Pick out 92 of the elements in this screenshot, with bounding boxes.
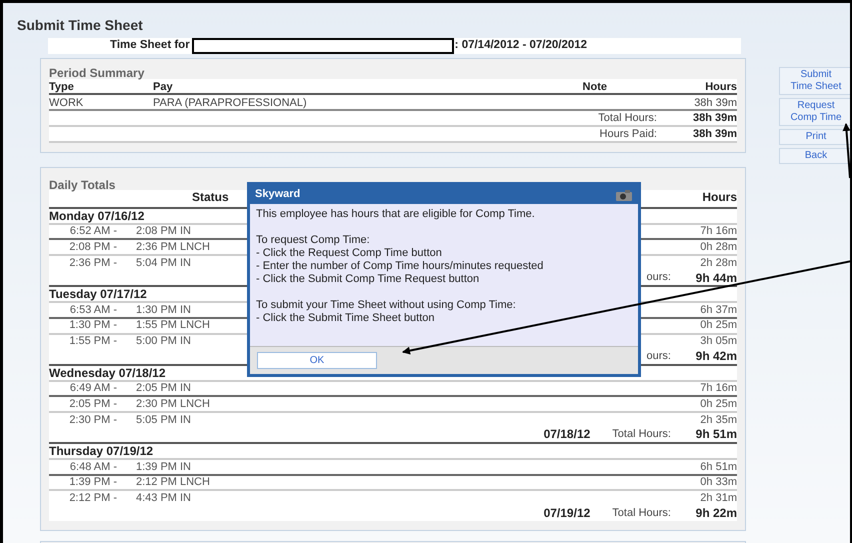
hours-value: 6h 51m (700, 460, 737, 475)
total-label: Total Hours: (612, 506, 671, 521)
status-code: IN (180, 334, 191, 350)
ok-button[interactable]: OK (257, 352, 377, 369)
time-start: 6:53 AM - (68, 302, 117, 318)
table-cell-text: WORK (49, 96, 84, 111)
panel-title: Daily Totals (49, 177, 116, 190)
total-value: 9h 44m (694, 270, 737, 287)
time-start: 2:05 PM - (68, 396, 117, 412)
action-button[interactable]: Request Comp Time (779, 98, 850, 126)
time-end: 2:08 PM (136, 224, 177, 240)
hours-value: 6h 37m (700, 302, 737, 318)
time-end: 2:36 PM (136, 240, 177, 255)
hours-value: 2h 35m (700, 412, 737, 428)
time-start: 2:08 PM - (68, 240, 117, 255)
total-value: 9h 42m (694, 348, 737, 366)
hours-value: 7h 16m (700, 381, 737, 396)
action-button[interactable]: Print (779, 129, 850, 145)
hours-value: 2h 31m (700, 490, 737, 506)
hours-value: 0h 33m (700, 475, 737, 490)
status-code: IN (180, 412, 191, 428)
time-end: 1:39 PM (136, 460, 177, 475)
time-start: 6:48 AM - (68, 460, 117, 475)
dialog-text: To submit your Time Sheet without using Comp Time: (256, 299, 517, 312)
camera-icon[interactable] (615, 188, 633, 200)
time-end: 5:05 PM (136, 412, 177, 428)
hours-value: 7h 16m (700, 224, 737, 240)
total-value: 9h 22m (694, 504, 737, 522)
total-value: 38h 39m (692, 110, 737, 126)
name-field[interactable] (192, 38, 454, 54)
total-value: 38h 39m (692, 126, 737, 142)
action-button[interactable]: Back (779, 148, 850, 164)
total-date: 07/18/12 (544, 426, 590, 444)
status-code: IN (180, 460, 191, 475)
column-header: Pay (153, 80, 174, 95)
total-date: 07/19/12 (544, 504, 590, 522)
dialog-title: Skyward (255, 187, 300, 202)
status-code: LNCH (180, 475, 210, 490)
time-end: 1:30 PM (136, 302, 177, 318)
hours-value: 0h 25m (700, 396, 737, 412)
time-start: 6:49 AM - (68, 381, 117, 396)
status-code: IN (180, 490, 191, 506)
time-start: 2:12 PM - (68, 490, 117, 506)
total-label: ours: (646, 270, 671, 286)
dialog-text: - Click the Submit Time Sheet button (256, 312, 436, 325)
column-header: Type (49, 80, 75, 95)
table-cell-text: PARA (PARAPROFESSIONAL) (153, 96, 308, 111)
total-label: Hours Paid: (600, 126, 657, 142)
dialog-text: - Click the Request Comp Time button (256, 247, 443, 260)
column-header: Hours (702, 189, 737, 206)
dialog-text: - Click the Submit Comp Time Request button (256, 273, 480, 286)
column-header: Note (582, 80, 607, 95)
column-header: Hours (704, 80, 737, 95)
hours-value: 0h 28m (700, 240, 737, 255)
pay-period: : 07/14/2012 - 07/20/2012 (454, 38, 588, 54)
panel-title: Period Summary (49, 65, 146, 79)
time-start: 1:39 PM - (68, 475, 117, 490)
time-end: 5:00 PM (136, 334, 177, 350)
time-end: 2:30 PM (136, 396, 177, 412)
status-code: LNCH (180, 318, 210, 334)
time-start: 6:52 AM - (68, 224, 117, 240)
status-code: IN (180, 381, 191, 396)
hours-value: 3h 05m (700, 334, 737, 350)
hours-value: 2h 28m (700, 256, 737, 271)
total-label: Total Hours: (612, 427, 671, 442)
time-end: 2:12 PM (136, 475, 177, 490)
hours-value: 0h 25m (700, 318, 737, 334)
status-code: IN (180, 224, 191, 240)
time-start: 1:55 PM - (68, 334, 117, 350)
total-label: Total Hours: (598, 110, 657, 126)
status-code: LNCH (180, 396, 210, 412)
dialog-text: - Enter the number of Comp Time hours/minutes requested (256, 260, 544, 273)
status-code: IN (180, 302, 191, 318)
dialog-text: This employee has hours that are eligible for Comp Time. (256, 208, 536, 221)
dialog-text: To request Comp Time: (256, 234, 371, 247)
time-sheet-for-label: Time Sheet for (110, 38, 190, 54)
time-start: 2:36 PM - (68, 256, 117, 271)
status-code: LNCH (180, 240, 210, 255)
time-start: 2:30 PM - (68, 412, 117, 428)
day-heading: Thursday 07/19/12 (49, 442, 737, 458)
page-title: Submit Time Sheet (17, 16, 143, 35)
action-button[interactable]: Submit Time Sheet (779, 67, 850, 95)
time-end: 1:55 PM (136, 318, 177, 334)
total-label: ours: (646, 348, 671, 364)
table-cell-text: 38h 39m (693, 96, 737, 111)
time-end: 2:05 PM (136, 381, 177, 396)
status-code: IN (180, 256, 191, 271)
time-end: 4:43 PM (136, 490, 177, 506)
time-end: 5:04 PM (136, 256, 177, 271)
total-value: 9h 51m (694, 426, 737, 444)
column-header: Status (192, 189, 229, 206)
time-start: 1:30 PM - (68, 318, 117, 334)
